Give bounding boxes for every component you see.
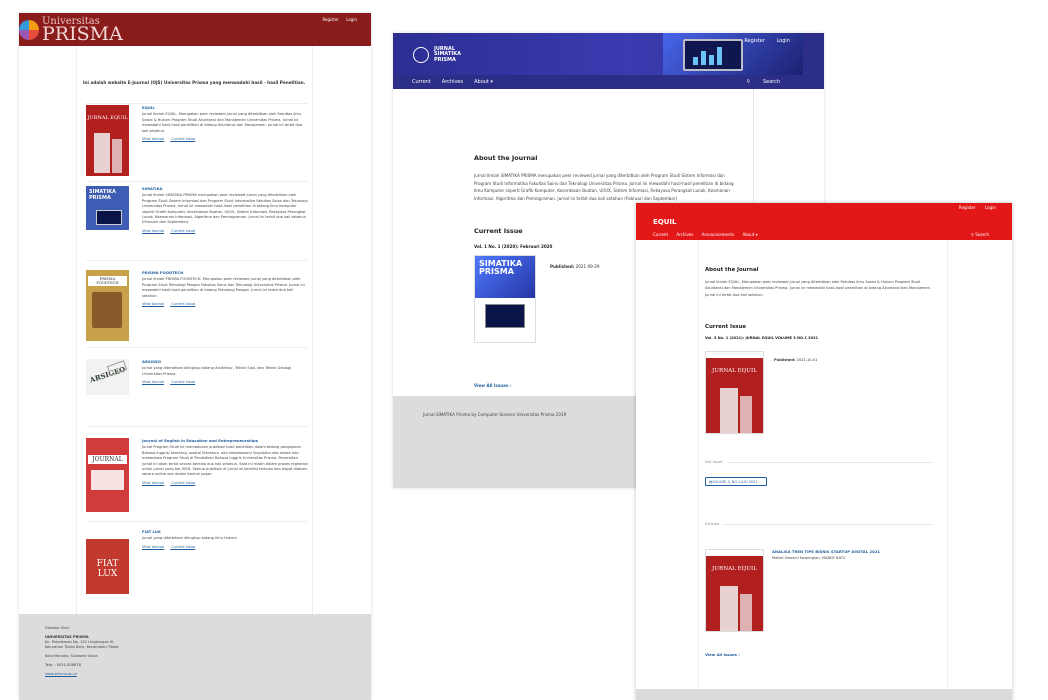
equil-header: Register Login EQUIL Current Archives An… — [636, 203, 1012, 240]
register-link[interactable]: Register — [959, 205, 976, 210]
journal-title-jee[interactable]: Journal of English in Education and Entr… — [142, 438, 308, 443]
view-journal-link[interactable]: View Journal — [142, 380, 164, 384]
simatika-nav: Current Archives About ▾ ⚲ Search — [393, 75, 824, 89]
equil-window: Register Login EQUIL Current Archives An… — [636, 203, 1012, 700]
about-text: Jurnal Ilmiah EQUIL. Merupakan peer revi… — [705, 280, 932, 297]
login-link[interactable]: Login — [777, 38, 791, 44]
view-journal-link[interactable]: View Journal — [142, 545, 164, 549]
search-link[interactable]: ⚲ Search — [971, 232, 989, 237]
current-issue-link[interactable]: Current Issue — [171, 302, 195, 306]
view-journal-link[interactable]: View Journal — [142, 481, 164, 485]
published-date: Published: 2021-09-29 — [550, 264, 600, 269]
issue-title[interactable]: Vol. 1 No. 1 (2020): Februari 2020 — [474, 244, 552, 249]
equil-footer — [636, 689, 1012, 700]
full-issue-heading: Full Issue — [705, 459, 723, 464]
portal-window: Universitas PRISMA Register Login Ini ad… — [19, 13, 371, 700]
about-heading: About the Journal — [705, 267, 759, 273]
article-authors: Maikel Oswaini Kawengian; MANDY BATU — [772, 556, 846, 560]
nav-about[interactable]: About ▾ — [742, 232, 757, 237]
footer-website-link[interactable]: www.prisma.ac.id — [45, 672, 345, 677]
university-seal-icon — [413, 47, 429, 64]
portal-logo[interactable]: Universitas PRISMA — [19, 17, 123, 45]
simatika-footer: Jurnal SIMATIKA Prisma by Computer Scien… — [393, 396, 636, 488]
login-link[interactable]: Login — [346, 17, 357, 22]
issue-cover-image[interactable]: SIMATIKA PRISMA — [474, 255, 536, 343]
footer-text: Jurnal SIMATIKA Prisma by Computer Scien… — [423, 412, 567, 417]
journal-cover-fiatlux[interactable]: FIAT LUX — [86, 529, 129, 594]
simatika-logo[interactable]: JURNAL SIMATIKA PRISMA — [413, 46, 461, 64]
journal-desc-simatika: Jurnal Ilmiah SIMATIKA PRISMA merupakan … — [142, 193, 308, 225]
view-journal-link[interactable]: View Journal — [142, 137, 164, 141]
current-issue-link[interactable]: Current Issue — [171, 545, 195, 549]
nav-archives[interactable]: Archives — [676, 232, 693, 237]
full-issue-galley-button[interactable]: ▤ VOLUME 3, NO.1 JULI 2021 — [705, 477, 767, 486]
chevron-right-icon: › — [509, 383, 512, 388]
prisma-logo-icon — [19, 20, 39, 41]
articles-heading: Articles — [705, 521, 720, 526]
journal-desc-arsigeo: Jurnal yang diterbitkan dilingkup bidang… — [142, 366, 292, 376]
current-issue-heading: Current Issue — [474, 227, 523, 235]
about-text: Jurnal Ilmiah SIMATIKA PRISMA merupakan … — [474, 173, 734, 201]
logo-line3: PRISMA — [434, 56, 456, 63]
view-all-issues-link[interactable]: View All Issues › — [474, 383, 512, 388]
nav-about[interactable]: About ▾ — [474, 79, 493, 85]
portal-footer: Dikelola Oleh: UNIVERSITAS PRISMA Jln. P… — [19, 614, 371, 700]
logo-line2: PRISMA — [42, 23, 123, 45]
current-issue-link[interactable]: Current Issue — [171, 137, 195, 141]
current-issue-heading: Current Issue — [705, 324, 746, 330]
nav-announcements[interactable]: Announcements — [702, 232, 735, 237]
nav-current[interactable]: Current — [653, 232, 668, 237]
divider — [86, 521, 308, 522]
register-link[interactable]: Register — [322, 17, 338, 22]
journal-desc-jee: Jurnal Program Studi ini memadukan publi… — [142, 445, 308, 477]
issue-cover-image[interactable]: JURNAL EQUIL — [705, 351, 764, 434]
journal-cover-equil[interactable]: JURNAL EQUIL — [86, 105, 129, 176]
portal-user-links: Register Login — [316, 17, 357, 22]
journal-cover-foodtech[interactable]: PRISMA FOODTECH — [86, 270, 129, 341]
article-title-link[interactable]: ANALISA TREN TIPE BISNIS STARTUP DIGITAL… — [772, 549, 880, 554]
simatika-header: JURNAL SIMATIKA PRISMA Register Login Cu… — [393, 33, 824, 89]
published-date: Published: 2021-10-01 — [774, 358, 818, 362]
divider — [86, 181, 308, 182]
divider — [86, 347, 308, 348]
nav-archives[interactable]: Archives — [442, 79, 463, 85]
journal-title-foodtech[interactable]: PRISMA FOODTECH — [142, 270, 308, 275]
journal-title-arsigeo[interactable]: ARSIGEO — [142, 359, 308, 364]
current-issue-link[interactable]: Current Issue — [171, 481, 195, 485]
nav-current[interactable]: Current — [412, 79, 431, 85]
journal-desc-fiatlux: Jurnal yang diterbitkan dilingkup bidang… — [142, 536, 237, 541]
equil-nav: Current Archives Announcements About ▾ — [653, 232, 765, 237]
login-link[interactable]: Login — [985, 205, 996, 210]
register-link[interactable]: Register — [744, 38, 765, 44]
journal-cover-jee[interactable]: JOURNAL — [86, 438, 129, 512]
portal-content: Ini adalah website E-Journal (OJS) Unive… — [76, 46, 313, 614]
view-journal-link[interactable]: View Journal — [142, 302, 164, 306]
portal-header: Universitas PRISMA Register Login — [19, 13, 371, 46]
site-title[interactable]: EQUIL — [653, 218, 676, 226]
journal-title-equil[interactable]: EQUIL — [142, 105, 308, 110]
journal-cover-arsigeo[interactable]: ARSIGEO — [86, 359, 129, 395]
search-icon: ⚲ — [746, 79, 752, 85]
chevron-right-icon: › — [738, 652, 740, 657]
journal-desc-foodtech: Jurnal Ilmiah PRISMA FOODTECH. Merupakan… — [142, 277, 305, 298]
article-cover-image[interactable]: JURNAL EQUIL — [705, 549, 764, 632]
divider — [86, 103, 308, 104]
divider — [86, 426, 308, 427]
current-issue-link[interactable]: Current Issue — [171, 380, 195, 384]
journal-cover-simatika[interactable]: SIMATIKA PRISMA — [86, 186, 129, 248]
portal-intro: Ini adalah website E-Journal (OJS) Unive… — [83, 80, 306, 85]
about-heading: About the Journal — [474, 154, 538, 162]
journal-desc-equil: Jurnal Ilmiah EQUIL. Merupakan peer revi… — [142, 112, 303, 133]
view-journal-link[interactable]: View Journal — [142, 229, 164, 233]
journal-title-fiatlux[interactable]: FIAT LUX — [142, 529, 308, 534]
journal-title-simatika[interactable]: SIMATIKA — [142, 186, 308, 191]
issue-title[interactable]: Vol. 3 No. 1 (2021): JURNAL EQUIL VOLUME… — [705, 336, 818, 340]
search-link[interactable]: ⚲ Search — [747, 79, 791, 85]
view-all-issues-link[interactable]: View All Issues › — [705, 652, 740, 657]
current-issue-link[interactable]: Current Issue — [171, 229, 195, 233]
divider — [86, 260, 308, 261]
